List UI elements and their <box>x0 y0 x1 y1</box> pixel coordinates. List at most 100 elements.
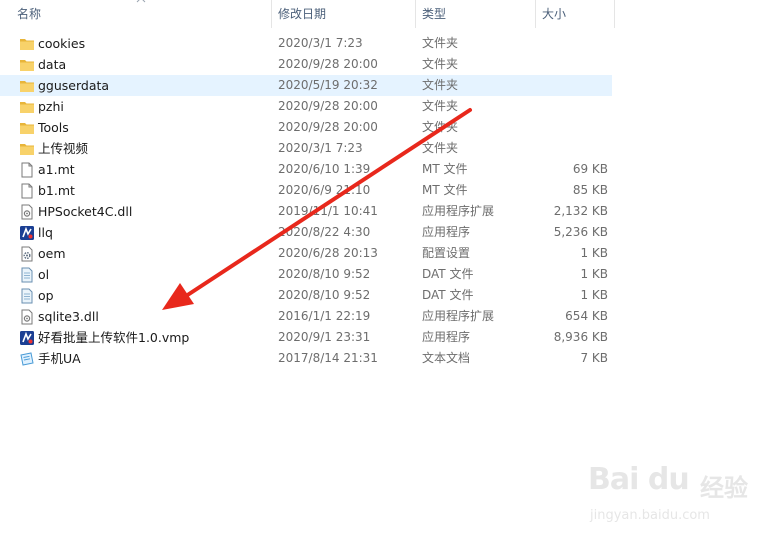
file-date-modified: 2017/8/14 21:31 <box>278 351 378 365</box>
file-row[interactable]: gguserdata 2020/5/19 20:32 文件夹 <box>0 75 612 96</box>
file-date-modified: 2020/9/28 20:00 <box>278 57 378 71</box>
folder-icon <box>19 36 35 52</box>
file-name: 上传视频 <box>38 141 89 156</box>
file-size: 7 KB <box>580 351 608 365</box>
file-date-modified: 2020/8/10 9:52 <box>278 288 371 302</box>
file-name: b1.mt <box>38 183 75 198</box>
file-type: 配置设置 <box>422 246 471 260</box>
file-size: 1 KB <box>580 288 608 302</box>
file-size: 654 KB <box>565 309 608 323</box>
file-type: DAT 文件 <box>422 267 474 281</box>
file-type: 文本文档 <box>422 351 471 365</box>
folder-icon <box>19 99 35 115</box>
column-header-date[interactable]: 修改日期 <box>273 0 415 28</box>
file-row[interactable]: HPSocket4C.dll 2019/11/1 10:41 应用程序扩展 2,132… <box>0 201 612 222</box>
column-header-bar: 名称 修改日期 类型 大小 <box>0 0 767 28</box>
file-type: 文件夹 <box>422 141 459 155</box>
watermark-logo: Bai du <box>588 462 690 497</box>
file-size: 69 KB <box>572 162 608 176</box>
file-name: a1.mt <box>38 162 75 177</box>
folder-icon <box>19 57 35 73</box>
folder-icon <box>19 78 35 94</box>
column-header-type[interactable]: 类型 <box>417 0 535 28</box>
file-size <box>540 96 608 117</box>
file-name: data <box>38 57 67 72</box>
baidu-jingyan-watermark: Bai du 经验 jingyan.baidu.com <box>588 462 758 532</box>
column-divider[interactable] <box>614 0 615 28</box>
column-divider[interactable] <box>535 0 536 28</box>
dat-file-icon <box>19 288 35 304</box>
file-size <box>540 54 608 75</box>
column-header-name[interactable]: 名称 <box>12 0 271 28</box>
file-name: 手机UA <box>38 351 81 366</box>
file-row[interactable]: sqlite3.dll 2016/1/1 22:19 应用程序扩展 654 KB <box>0 306 612 327</box>
dll-file-icon <box>19 309 35 325</box>
file-name: op <box>38 288 54 303</box>
file-row[interactable]: 手机UA 2017/8/14 21:31 文本文档 7 KB <box>0 348 612 369</box>
file-name: oem <box>38 246 66 261</box>
file-list: cookies 2020/3/1 7:23 文件夹 data 2020/9/28 20:… <box>0 33 767 369</box>
file-date-modified: 2020/3/1 7:23 <box>278 141 363 155</box>
text-file-icon <box>19 351 35 367</box>
settings-file-icon <box>19 246 35 262</box>
file-date-modified: 2020/8/22 4:30 <box>278 225 371 239</box>
file-size <box>540 33 608 54</box>
file-type: DAT 文件 <box>422 288 474 302</box>
file-date-modified: 2020/9/28 20:00 <box>278 99 378 113</box>
file-date-modified: 2020/9/1 23:31 <box>278 330 371 344</box>
file-size: 2,132 KB <box>553 204 608 218</box>
file-size <box>540 138 608 159</box>
file-date-modified: 2020/6/9 21:10 <box>278 183 371 197</box>
file-row[interactable]: 好看批量上传软件1.0.vmp 2020/9/1 23:31 应用程序 8,936 K… <box>0 327 612 348</box>
column-header-size[interactable]: 大小 <box>537 0 614 28</box>
app-icon <box>19 330 35 346</box>
file-name: cookies <box>38 36 86 51</box>
file-type: 应用程序扩展 <box>422 309 495 323</box>
file-size <box>540 117 608 138</box>
folder-icon <box>19 120 35 136</box>
file-row[interactable]: llq 2020/8/22 4:30 应用程序 5,236 KB <box>0 222 612 243</box>
file-date-modified: 2020/6/10 1:39 <box>278 162 371 176</box>
watermark-title: 经验 <box>700 474 748 502</box>
file-name: gguserdata <box>38 78 110 93</box>
watermark-url: jingyan.baidu.com <box>590 508 710 523</box>
folder-icon <box>19 141 35 157</box>
file-date-modified: 2020/9/28 20:00 <box>278 120 378 134</box>
file-date-modified: 2016/1/1 22:19 <box>278 309 371 323</box>
file-name: ol <box>38 267 50 282</box>
file-size: 5,236 KB <box>553 225 608 239</box>
file-row[interactable]: op 2020/8/10 9:52 DAT 文件 1 KB <box>0 285 612 306</box>
file-type: 文件夹 <box>422 36 459 50</box>
dat-file-icon <box>19 267 35 283</box>
file-type: 文件夹 <box>422 99 459 113</box>
file-date-modified: 2020/6/28 20:13 <box>278 246 378 260</box>
file-row[interactable]: oem 2020/6/28 20:13 配置设置 1 KB <box>0 243 612 264</box>
file-name: sqlite3.dll <box>38 309 99 324</box>
file-type: 应用程序 <box>422 330 471 344</box>
file-row[interactable]: cookies 2020/3/1 7:23 文件夹 <box>0 33 612 54</box>
column-divider[interactable] <box>271 0 272 28</box>
column-divider[interactable] <box>415 0 416 28</box>
blank-file-icon <box>19 162 35 178</box>
file-name: Tools <box>38 120 69 135</box>
file-row[interactable]: b1.mt 2020/6/9 21:10 MT 文件 85 KB <box>0 180 612 201</box>
file-size <box>540 75 608 96</box>
file-date-modified: 2020/5/19 20:32 <box>278 78 378 92</box>
file-size: 1 KB <box>580 246 608 260</box>
file-row[interactable]: data 2020/9/28 20:00 文件夹 <box>0 54 612 75</box>
file-date-modified: 2020/3/1 7:23 <box>278 36 363 50</box>
file-type: 文件夹 <box>422 120 459 134</box>
blank-file-icon <box>19 183 35 199</box>
file-type: MT 文件 <box>422 183 468 197</box>
file-row[interactable]: pzhi 2020/9/28 20:00 文件夹 <box>0 96 612 117</box>
file-date-modified: 2019/11/1 10:41 <box>278 204 378 218</box>
file-row[interactable]: ol 2020/8/10 9:52 DAT 文件 1 KB <box>0 264 612 285</box>
file-row[interactable]: Tools 2020/9/28 20:00 文件夹 <box>0 117 612 138</box>
file-name: 好看批量上传软件1.0.vmp <box>38 330 190 345</box>
file-size: 8,936 KB <box>553 330 608 344</box>
file-row[interactable]: a1.mt 2020/6/10 1:39 MT 文件 69 KB <box>0 159 612 180</box>
file-row[interactable]: 上传视频 2020/3/1 7:23 文件夹 <box>0 138 612 159</box>
file-name: pzhi <box>38 99 64 114</box>
file-type: 文件夹 <box>422 57 459 71</box>
file-date-modified: 2020/8/10 9:52 <box>278 267 371 281</box>
